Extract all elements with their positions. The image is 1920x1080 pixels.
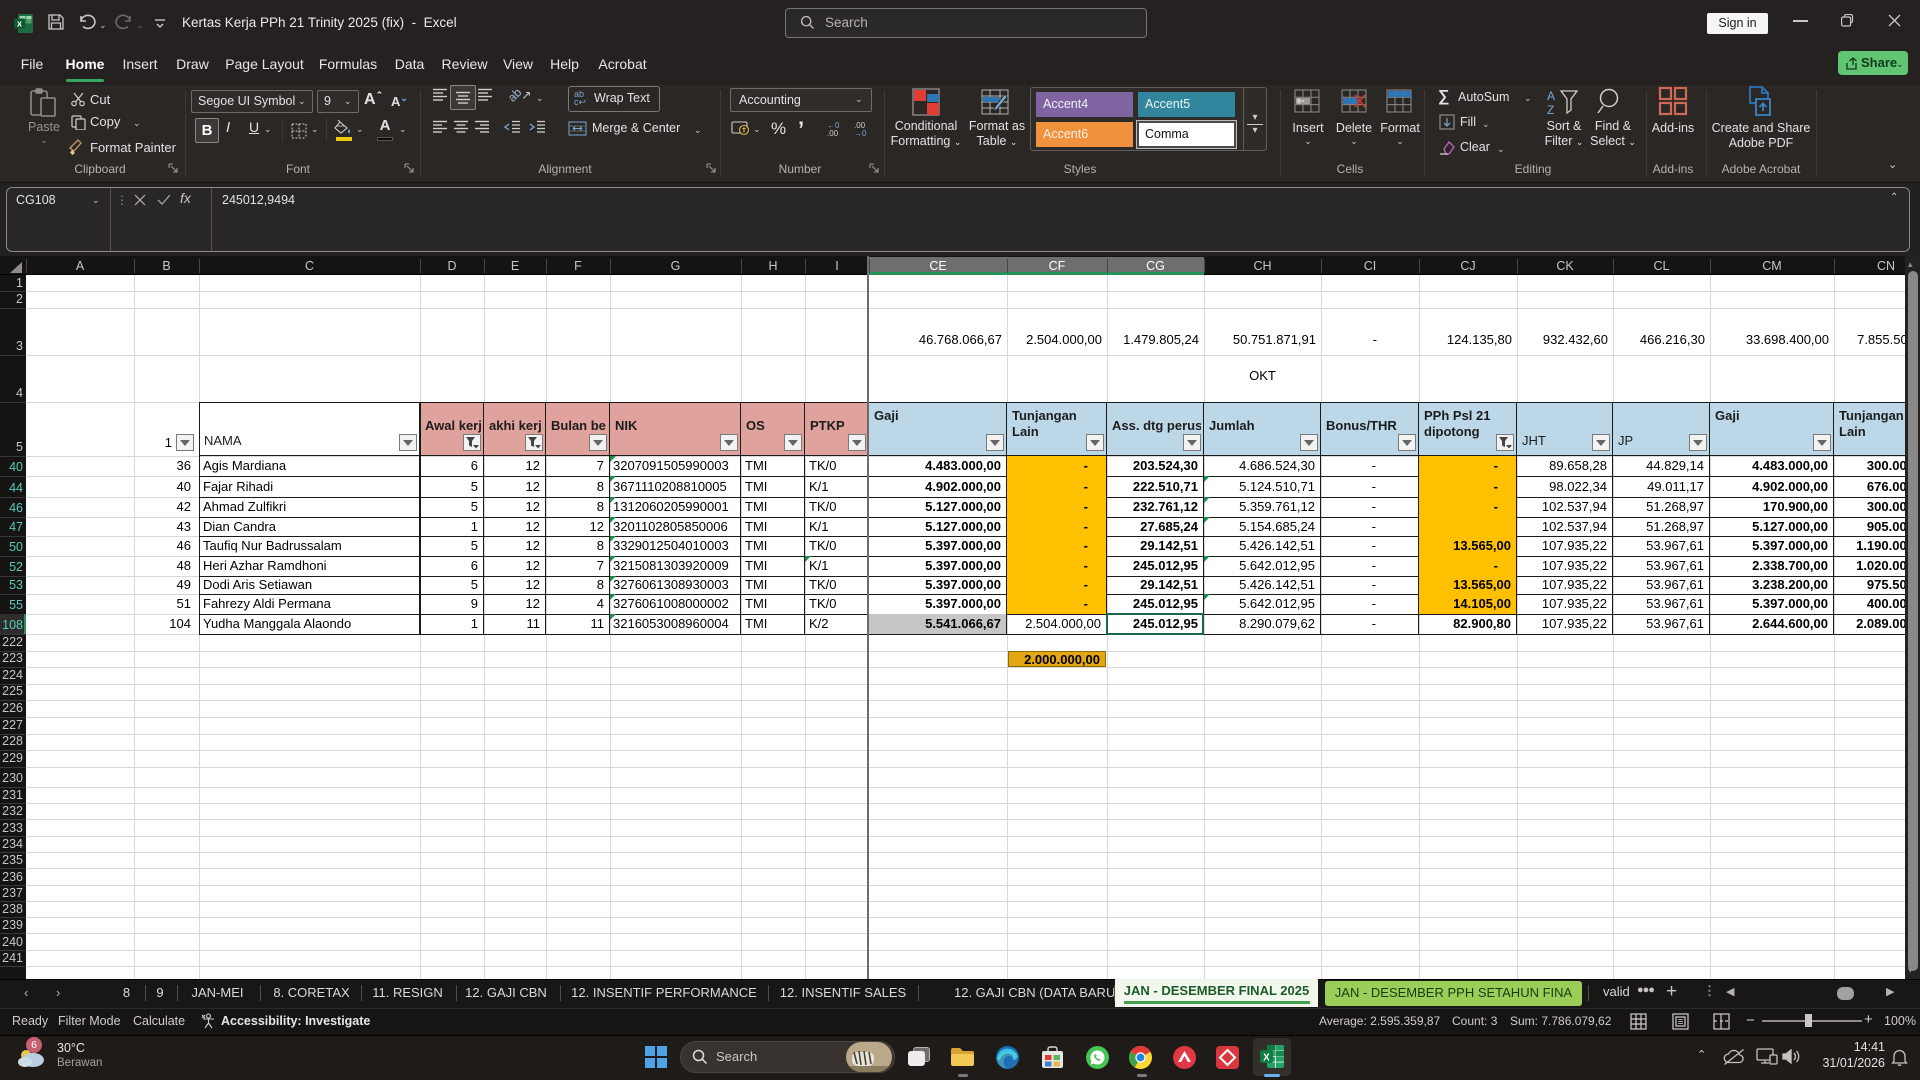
svg-text:.00: .00 xyxy=(827,129,839,137)
svg-text:A: A xyxy=(1547,89,1555,103)
svg-text:Z: Z xyxy=(1547,103,1554,116)
svg-text:→0: →0 xyxy=(854,129,867,137)
svg-text:x: x xyxy=(17,19,22,29)
svg-text:X: X xyxy=(1263,1053,1270,1064)
